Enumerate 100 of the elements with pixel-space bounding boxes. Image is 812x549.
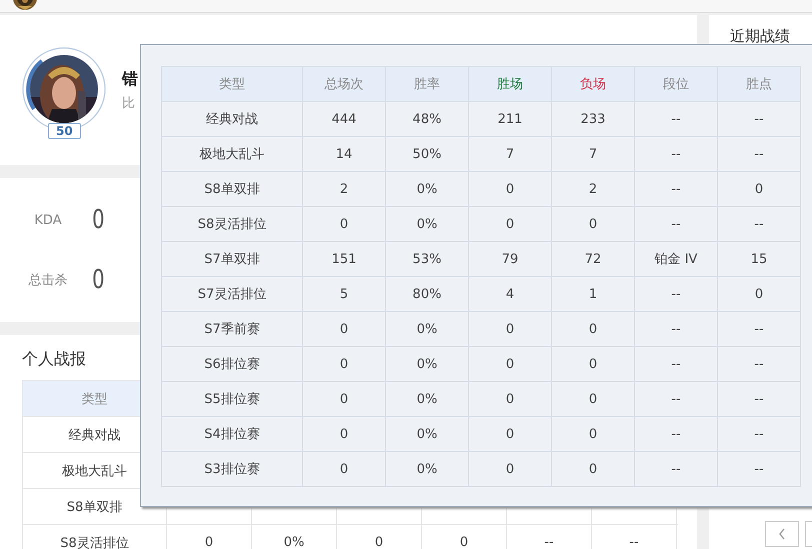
table-cell: S6排位赛 [162,347,303,382]
chevron-left-icon [778,528,786,540]
table-cell: 0 [422,525,507,549]
column-header: 总场次 [303,67,386,102]
stat-label: 总击杀 [28,272,68,289]
table-cell: -- [635,102,718,137]
table-cell: 0 [303,382,386,417]
table-cell: 53% [386,242,469,277]
table-cell: 15 [718,242,801,277]
stat-value: 0 [92,207,104,233]
table-cell: 48% [386,102,469,137]
table-cell: S7季前赛 [162,312,303,347]
column-header: 胜率 [386,67,469,102]
table-cell: 0 [552,207,635,242]
level-badge: 50 [48,123,81,139]
table-cell: -- [718,417,801,452]
table-cell: 0 [552,382,635,417]
table-cell: -- [635,452,718,487]
table-cell: 铂金 IV [635,242,718,277]
table-cell: 0% [386,207,469,242]
table-cell: 0 [469,452,552,487]
table-cell: -- [718,382,801,417]
table-cell: -- [718,312,801,347]
table-cell: 50% [386,137,469,172]
table-cell: 0 [718,277,801,312]
table-cell: 0 [718,172,801,207]
table-cell: -- [718,452,801,487]
table-cell: 444 [303,102,386,137]
column-header: 胜场 [469,67,552,102]
table-cell: -- [718,137,801,172]
table-cell: 0% [386,452,469,487]
table-cell: S8单双排 [162,172,303,207]
column-header: 胜点 [718,67,801,102]
table-cell: -- [718,207,801,242]
table-cell: 2 [303,172,386,207]
table-cell: 0% [386,347,469,382]
table-cell: 5 [303,277,386,312]
table-cell: 0% [386,382,469,417]
table-cell: 0 [337,525,422,549]
table-cell: 0 [469,382,552,417]
table-cell: 0 [552,312,635,347]
table-cell: 80% [386,277,469,312]
table-cell: -- [635,382,718,417]
table-cell: -- [635,137,718,172]
table-cell: S7单双排 [162,242,303,277]
column-header: 段位 [635,67,718,102]
table-cell: 0 [469,312,552,347]
section-title: 近期战绩 [730,27,790,45]
table-cell: 7 [469,137,552,172]
table-cell: S3排位赛 [162,452,303,487]
table-cell: 0 [303,417,386,452]
column-header: 类型 [162,67,303,102]
table-cell: 0 [469,172,552,207]
table-cell: 0% [386,312,469,347]
table-cell: 2 [552,172,635,207]
table-cell: S4排位赛 [162,417,303,452]
section-title: 个人战报 [22,349,86,370]
table-cell: 14 [303,137,386,172]
table-cell: S5排位赛 [162,382,303,417]
table-cell: -- [635,277,718,312]
table-cell: -- [718,102,801,137]
table-cell: 0 [552,417,635,452]
table-cell: 0% [386,417,469,452]
previous-page-button[interactable] [765,521,799,547]
table-cell: 0 [552,452,635,487]
player-subtitle: 比 [122,94,135,112]
table-cell: S8灵活排位 [162,207,303,242]
table-cell: 经典对战 [162,102,303,137]
table-cell: 233 [552,102,635,137]
table-cell: 0 [552,347,635,382]
table-cell: 0 [303,312,386,347]
table-cell: S7灵活排位 [162,277,303,312]
table-cell: 0 [469,207,552,242]
player-name: 错 [122,68,138,90]
table-cell: -- [507,525,592,549]
table-cell: 0 [469,347,552,382]
table-cell: 79 [469,242,552,277]
table-cell: 极地大乱斗 [162,137,303,172]
table-cell: -- [718,347,801,382]
table-cell: 72 [552,242,635,277]
table-cell: -- [635,312,718,347]
table-cell: -- [635,347,718,382]
table-cell: 0 [303,347,386,382]
table-cell: S8灵活排位 [23,525,167,549]
table-cell: 0 [469,417,552,452]
table-cell: 151 [303,242,386,277]
table-cell: 0 [303,207,386,242]
table-cell: 7 [552,137,635,172]
table-cell: 0 [167,525,252,549]
table-cell: -- [635,207,718,242]
table-cell: -- [635,172,718,207]
table-cell: -- [592,525,677,549]
table-cell: 0% [386,172,469,207]
table-cell: -- [635,417,718,452]
column-header: 负场 [552,67,635,102]
stat-value: 0 [92,267,104,293]
table-cell: 1 [552,277,635,312]
stat-label: KDA [33,212,63,228]
table-cell: 0% [252,525,337,549]
table-cell: 211 [469,102,552,137]
